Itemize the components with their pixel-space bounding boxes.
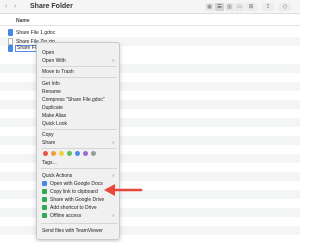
arrow-head <box>104 184 115 196</box>
annotation-arrow-icon <box>104 184 143 196</box>
